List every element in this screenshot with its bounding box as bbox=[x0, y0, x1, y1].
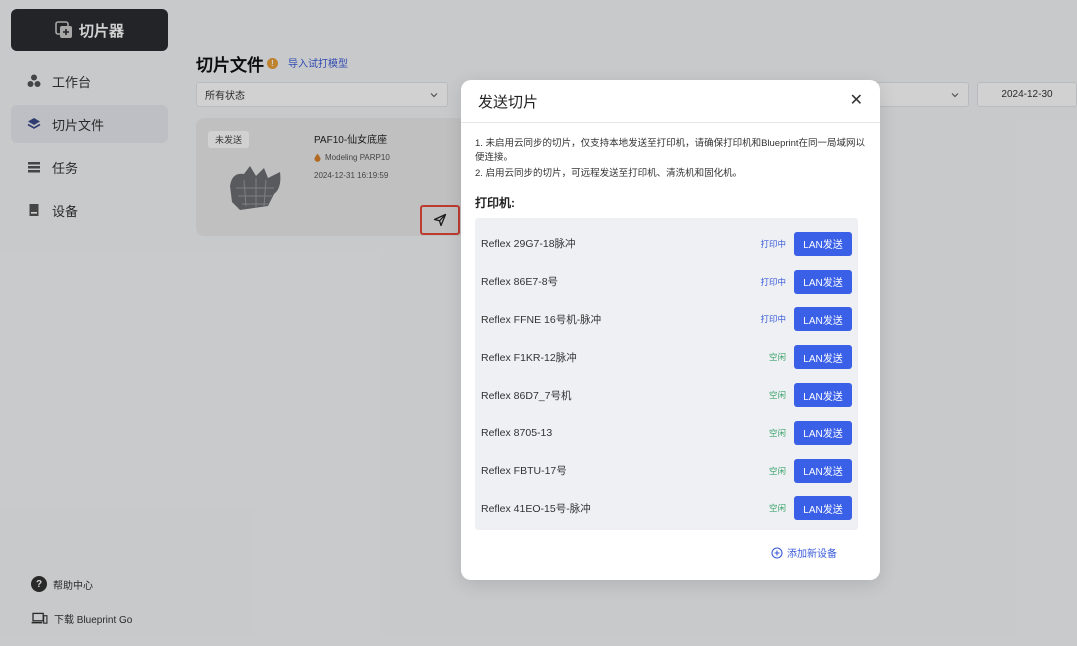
lan-send-button[interactable]: LAN发送 bbox=[794, 307, 852, 332]
printer-status: 打印中 bbox=[760, 314, 786, 325]
printer-name: Reflex FFNE 16号机-脉冲 bbox=[481, 313, 602, 326]
printer-status: 空闲 bbox=[768, 503, 786, 514]
lan-send-button[interactable]: LAN发送 bbox=[794, 345, 852, 370]
lan-send-button[interactable]: LAN发送 bbox=[794, 383, 852, 408]
printer-row: Reflex 29G7-18脉冲 打印中 LAN发送 bbox=[475, 225, 858, 263]
add-new-device-link[interactable]: 添加新设备 bbox=[771, 545, 837, 560]
printer-name: Reflex 86E7-8号 bbox=[481, 276, 559, 289]
send-slice-dialog: 发送切片 ✕ 1. 未启用云同步的切片，仅支持本地发送至打印机，请确保打印机和B… bbox=[461, 80, 880, 580]
printer-row: Reflex 86E7-8号 打印中 LAN发送 bbox=[475, 263, 858, 301]
dialog-title: 发送切片 bbox=[478, 93, 539, 111]
printer-name: Reflex 29G7-18脉冲 bbox=[481, 238, 576, 251]
printer-row: Reflex FFNE 16号机-脉冲 打印中 LAN发送 bbox=[475, 301, 858, 339]
printer-row: Reflex 41EO-15号-脉冲 空闲 LAN发送 bbox=[475, 490, 858, 528]
printer-name: Reflex 41EO-15号-脉冲 bbox=[481, 502, 591, 515]
lan-send-button[interactable]: LAN发送 bbox=[794, 269, 852, 294]
lan-send-button[interactable]: LAN发送 bbox=[794, 231, 852, 256]
printer-name: Reflex FBTU-17号 bbox=[481, 465, 567, 478]
printers-section-label: 打印机: bbox=[475, 196, 515, 210]
printer-status: 空闲 bbox=[768, 427, 786, 438]
dialog-notes: 1. 未启用云同步的切片，仅支持本地发送至打印机，请确保打印机和Blueprin… bbox=[461, 123, 880, 181]
printer-row: Reflex F1KR-12脉冲 空闲 LAN发送 bbox=[475, 338, 858, 376]
dialog-header: 发送切片 ✕ bbox=[461, 80, 880, 123]
printer-list[interactable]: Reflex 29G7-18脉冲 打印中 LAN发送 Reflex 86E7-8… bbox=[475, 218, 858, 530]
printer-name: Reflex F1KR-12脉冲 bbox=[481, 351, 577, 364]
note-1: 1. 未启用云同步的切片，仅支持本地发送至打印机，请确保打印机和Blueprin… bbox=[475, 138, 866, 163]
printer-status: 空闲 bbox=[768, 465, 786, 476]
printer-name: Reflex 8705-13 bbox=[481, 426, 553, 439]
printer-name: Reflex 86D7_7号机 bbox=[481, 389, 572, 402]
lan-send-button[interactable]: LAN发送 bbox=[794, 420, 852, 445]
add-device-label: 添加新设备 bbox=[787, 549, 837, 560]
printer-status: 空闲 bbox=[768, 390, 786, 401]
printer-row: Reflex FBTU-17号 空闲 LAN发送 bbox=[475, 452, 858, 490]
printer-status: 打印中 bbox=[760, 276, 786, 287]
note-2: 2. 启用云同步的切片，可远程发送至打印机、清洗机和固化机。 bbox=[475, 168, 743, 179]
printer-row: Reflex 8705-13 空闲 LAN发送 bbox=[475, 414, 858, 452]
close-icon[interactable]: ✕ bbox=[850, 93, 863, 109]
lan-send-button[interactable]: LAN发送 bbox=[794, 458, 852, 483]
printer-status: 打印中 bbox=[760, 238, 786, 249]
plus-circle-icon bbox=[771, 546, 783, 559]
printer-row: Reflex 86D7_7号机 空闲 LAN发送 bbox=[475, 376, 858, 414]
printer-status: 空闲 bbox=[768, 352, 786, 363]
lan-send-button[interactable]: LAN发送 bbox=[794, 496, 852, 521]
